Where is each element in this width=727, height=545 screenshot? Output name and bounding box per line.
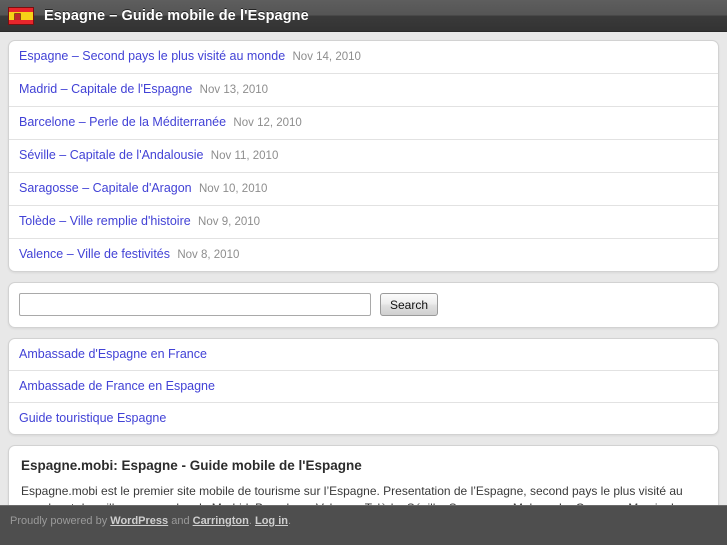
description-title: Espagne.mobi: Espagne - Guide mobile de … <box>21 458 362 473</box>
external-link[interactable]: Guide touristique Espagne <box>19 411 166 425</box>
list-item[interactable]: Ambassade d'Espagne en France <box>9 339 718 371</box>
external-link[interactable]: Ambassade d'Espagne en France <box>19 347 207 361</box>
site-header: Espagne – Guide mobile de l'Espagne <box>0 0 727 32</box>
post-title-link[interactable]: Madrid – Capitale de l'Espagne <box>19 82 192 96</box>
list-item[interactable]: Ambassade de France en Espagne <box>9 371 718 403</box>
post-date: Nov 12, 2010 <box>233 117 302 129</box>
search-form: Search <box>19 293 708 316</box>
footer-credit: Proudly powered by WordPress and Carring… <box>10 514 717 528</box>
post-list: Espagne – Second pays le plus visité au … <box>8 40 719 272</box>
footer-suffix: . <box>287 515 292 527</box>
wordpress-link[interactable]: WordPress <box>110 515 168 527</box>
table-row[interactable]: Valence – Ville de festivités Nov 8, 201… <box>9 239 718 271</box>
table-row[interactable]: Séville – Capitale de l'Andalousie Nov 1… <box>9 140 718 173</box>
footer-prefix: Proudly powered by <box>10 515 111 527</box>
search-input[interactable] <box>19 293 371 316</box>
post-title-link[interactable]: Saragosse – Capitale d'Aragon <box>19 181 192 195</box>
list-item[interactable]: Guide touristique Espagne <box>9 403 718 434</box>
table-row[interactable]: Espagne – Second pays le plus visité au … <box>9 41 718 74</box>
post-title-link[interactable]: Séville – Capitale de l'Andalousie <box>19 148 203 162</box>
post-date: Nov 11, 2010 <box>210 150 279 162</box>
login-link[interactable]: Log in <box>255 515 288 527</box>
post-date: Nov 8, 2010 <box>177 249 240 261</box>
site-footer: Proudly powered by WordPress and Carring… <box>0 505 727 545</box>
search-section: Search <box>8 282 719 328</box>
flag-band-top <box>9 7 33 12</box>
post-date: Nov 13, 2010 <box>199 84 269 96</box>
content-area: Espagne – Second pays le plus visité au … <box>0 32 727 545</box>
post-title-link[interactable]: Espagne – Second pays le plus visité au … <box>19 49 285 63</box>
table-row[interactable]: Saragosse – Capitale d'Aragon Nov 10, 20… <box>9 173 718 206</box>
post-title-link[interactable]: Tolède – Ville remplie d'histoire <box>19 214 191 228</box>
spain-flag-icon <box>8 6 34 25</box>
post-title-link[interactable]: Valence – Ville de festivités <box>19 247 170 261</box>
table-row[interactable]: Barcelone – Perle de la Méditerranée Nov… <box>9 107 718 140</box>
post-title-link[interactable]: Barcelone – Perle de la Méditerranée <box>19 115 226 129</box>
search-button[interactable]: Search <box>380 293 439 316</box>
table-row[interactable]: Tolède – Ville remplie d'histoire Nov 9,… <box>9 206 718 239</box>
footer-middle: and <box>168 515 193 527</box>
post-date: Nov 9, 2010 <box>198 216 261 228</box>
external-link[interactable]: Ambassade de France en Espagne <box>19 379 215 393</box>
flag-band-bottom <box>9 19 33 24</box>
carrington-link[interactable]: Carrington <box>193 515 249 527</box>
site-title: Espagne – Guide mobile de l'Espagne <box>44 7 309 24</box>
table-row[interactable]: Madrid – Capitale de l'Espagne Nov 13, 2… <box>9 74 718 107</box>
links-list: Ambassade d'Espagne en France Ambassade … <box>8 338 719 435</box>
post-date: Nov 14, 2010 <box>292 51 361 63</box>
post-date: Nov 10, 2010 <box>198 183 268 195</box>
